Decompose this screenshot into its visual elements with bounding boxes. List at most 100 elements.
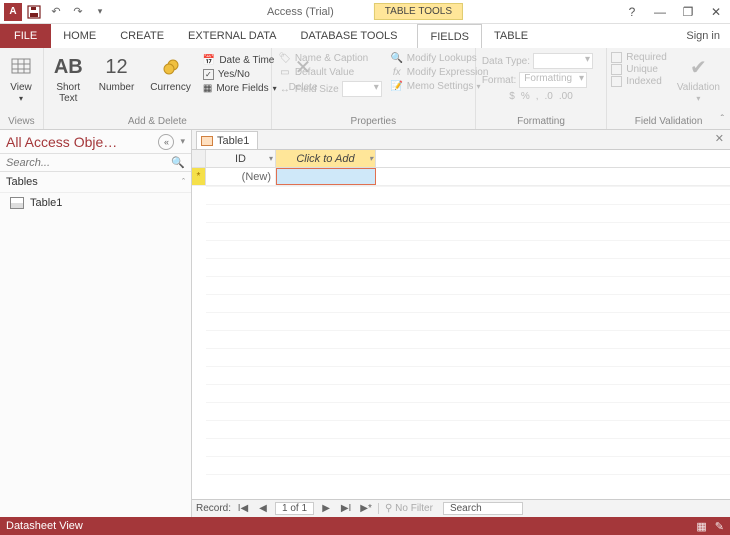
tab-fields[interactable]: FIELDS	[417, 24, 482, 48]
currency-format-icon[interactable]: $	[509, 91, 515, 102]
column-dropdown-icon[interactable]: ▾	[269, 154, 273, 163]
redo-icon[interactable]: ↷	[68, 2, 88, 22]
tab-home[interactable]: HOME	[51, 24, 108, 48]
field-size-label: Field Size	[295, 84, 339, 95]
datasheet-view-icon[interactable]: ▦	[696, 520, 706, 533]
currency-button[interactable]: Currency	[144, 50, 197, 95]
modify-lookups-label: Modify Lookups	[407, 53, 477, 64]
document-tab-label: Table1	[217, 135, 249, 147]
group-field-validation-label: Field Validation	[611, 115, 726, 128]
column-header-add[interactable]: Click to Add▾	[276, 150, 376, 167]
unique-label: Unique	[626, 64, 658, 75]
qat-customize-icon[interactable]: ▾	[90, 2, 110, 22]
field-size-button: ↔Field Size	[276, 80, 384, 98]
default-icon: ▭	[278, 67, 292, 78]
record-search-input[interactable]: Search	[443, 502, 523, 515]
percent-format-icon[interactable]: %	[521, 91, 530, 102]
nav-item-label: Table1	[30, 197, 62, 209]
short-text-label: ShortText	[56, 82, 80, 104]
prev-record-icon[interactable]: ◀	[255, 503, 271, 514]
help-icon[interactable]: ?	[618, 1, 646, 23]
indexed-checkbox[interactable]: Indexed	[611, 76, 667, 87]
number-button[interactable]: 12 Number	[93, 50, 141, 95]
last-record-icon[interactable]: ▶I	[338, 503, 354, 514]
required-checkbox[interactable]: Required	[611, 52, 667, 63]
number-label: Number	[99, 82, 135, 93]
nav-search-input[interactable]	[6, 157, 171, 169]
view-button[interactable]: View▾	[4, 50, 38, 106]
select-all-cell[interactable]	[192, 150, 206, 167]
close-icon[interactable]: ✕	[702, 1, 730, 23]
document-tab-table1[interactable]: Table1	[196, 131, 258, 149]
column-header-label: ID	[235, 153, 246, 165]
name-caption-label: Name & Caption	[295, 53, 368, 64]
indexed-label: Indexed	[626, 76, 662, 87]
close-document-icon[interactable]: ✕	[715, 132, 724, 145]
calendar-icon: 📅	[203, 55, 215, 66]
yes-no-button[interactable]: ✓Yes/No	[201, 68, 279, 81]
tag-icon: 🏷	[278, 53, 292, 64]
format-label: Format:	[482, 75, 516, 86]
sign-in-link[interactable]: Sign in	[676, 30, 730, 42]
new-record-icon[interactable]: ▶*	[358, 503, 374, 514]
tab-file[interactable]: FILE	[0, 24, 51, 48]
cell-id-new[interactable]: (New)	[206, 168, 276, 185]
short-text-button[interactable]: AB ShortText	[48, 50, 89, 106]
tab-create[interactable]: CREATE	[108, 24, 176, 48]
nav-item-table1[interactable]: Table1	[0, 193, 191, 213]
minimize-icon[interactable]: —	[646, 1, 674, 23]
restore-icon[interactable]: ❐	[674, 1, 702, 23]
data-type-select[interactable]	[533, 53, 593, 69]
next-record-icon[interactable]: ▶	[318, 503, 334, 514]
record-position[interactable]: 1 of 1	[275, 502, 314, 515]
view-label: View	[10, 82, 32, 93]
lookup-icon: 🔍	[390, 53, 404, 64]
decrease-decimal-icon[interactable]: .00	[559, 91, 573, 102]
unique-checkbox[interactable]: Unique	[611, 64, 667, 75]
more-fields-icon: ▦	[203, 83, 212, 94]
window-title: Access (Trial)	[267, 6, 334, 18]
validation-icon: ✔	[690, 52, 707, 82]
number-format-buttons: $%, .0 .00	[480, 90, 602, 103]
nav-category-tables[interactable]: Tables ˆ	[0, 172, 191, 193]
save-icon[interactable]	[24, 2, 44, 22]
filter-label: No Filter	[395, 503, 433, 514]
record-nav-label: Record:	[196, 503, 231, 514]
date-time-label: Date & Time	[219, 55, 274, 66]
default-value-button: ▭Default Value	[276, 66, 384, 79]
date-time-button[interactable]: 📅 Date & Time	[201, 54, 279, 67]
table-icon	[201, 136, 213, 146]
grid-background	[206, 186, 730, 481]
status-view-label: Datasheet View	[6, 520, 83, 532]
more-fields-button[interactable]: ▦More Fields ▾	[201, 82, 279, 95]
tab-table[interactable]: TABLE	[482, 24, 540, 48]
comma-format-icon[interactable]: ,	[536, 91, 539, 102]
tab-external-data[interactable]: EXTERNAL DATA	[176, 24, 288, 48]
data-type-row: Data Type:	[480, 52, 602, 70]
number-icon: 12	[105, 52, 127, 82]
cell-new-field[interactable]	[276, 168, 376, 185]
search-icon[interactable]: 🔍	[171, 156, 185, 169]
currency-label: Currency	[150, 82, 191, 93]
collapse-ribbon-icon[interactable]: ˆ	[721, 114, 724, 125]
design-view-icon[interactable]: ✎	[715, 520, 724, 533]
first-record-icon[interactable]: I◀	[235, 503, 251, 514]
undo-icon[interactable]: ↶	[46, 2, 66, 22]
short-text-icon: AB	[54, 52, 83, 82]
new-row-indicator[interactable]: *	[192, 168, 206, 185]
increase-decimal-icon[interactable]: .0	[545, 91, 553, 102]
nav-pane-collapse-icon[interactable]: «	[158, 134, 174, 150]
datasheet-view-icon	[10, 52, 32, 82]
nav-pane-dropdown-icon[interactable]: ▾	[180, 136, 185, 147]
yes-no-label: Yes/No	[218, 69, 250, 80]
filter-indicator[interactable]: ⚲ No Filter	[378, 503, 439, 514]
group-formatting-label: Formatting	[480, 115, 602, 128]
tab-database-tools[interactable]: DATABASE TOOLS	[288, 24, 409, 48]
column-dropdown-icon[interactable]: ▾	[369, 154, 373, 163]
collapse-category-icon[interactable]: ˆ	[182, 177, 185, 187]
size-icon: ↔	[278, 84, 292, 95]
format-select[interactable]: Formatting	[519, 72, 587, 88]
table-icon	[10, 197, 24, 209]
column-header-id[interactable]: ID ▾	[206, 150, 276, 167]
nav-pane-title[interactable]: All Access Obje…	[6, 134, 158, 150]
